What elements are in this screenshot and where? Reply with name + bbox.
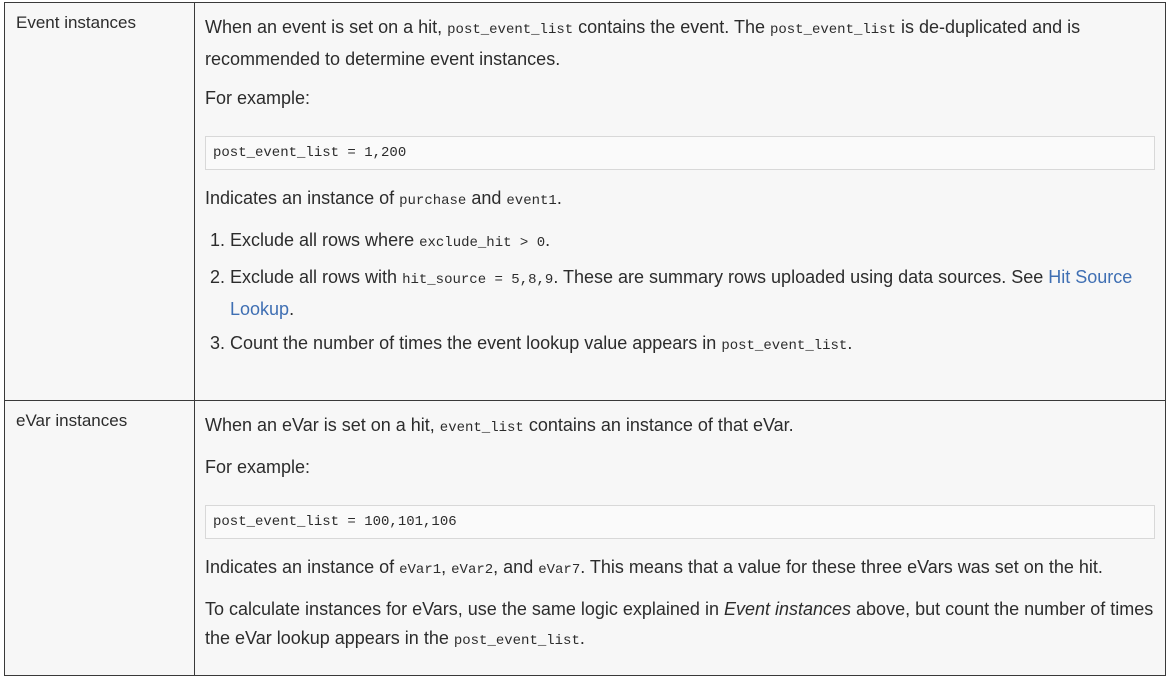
definitions-table: Event instances When an event is set on … — [4, 2, 1166, 676]
inline-code: eVar1 — [399, 562, 442, 578]
term-cell: eVar instances — [4, 400, 195, 676]
table-row: Event instances When an event is set on … — [4, 2, 1166, 401]
inline-code: post_event_list — [453, 633, 580, 649]
inline-code: eVar2 — [451, 562, 494, 578]
text: , and — [493, 557, 539, 577]
text: Exclude all rows where — [230, 230, 420, 250]
text: . These are summary rows uploaded using … — [553, 267, 1049, 287]
inline-code: hit_source = 5,8,9 — [402, 272, 554, 288]
text: and — [466, 188, 507, 208]
term-label: eVar instances — [16, 411, 128, 430]
text: contains an instance of that eVar. — [523, 415, 794, 435]
indicates-paragraph: Indicates an instance of purchase and ev… — [205, 184, 1155, 216]
inline-code: event_list — [439, 420, 524, 436]
text: Count the number of times the event look… — [230, 333, 722, 353]
emphasis: Event instances — [723, 599, 852, 619]
text: When an eVar is set on a hit, — [205, 415, 440, 435]
text: Exclude all rows with — [230, 267, 403, 287]
text: Indicates an instance of — [205, 557, 400, 577]
calc-paragraph: To calculate instances for eVars, use th… — [205, 595, 1155, 656]
text: . — [579, 628, 585, 648]
text: To calculate instances for eVars, use th… — [205, 599, 724, 619]
text: Indicates an instance of — [205, 188, 400, 208]
inline-code: event1 — [506, 193, 557, 209]
inline-code: post_event_list — [769, 22, 896, 38]
description-cell: When an eVar is set on a hit, event_list… — [194, 400, 1166, 676]
intro-paragraph: When an event is set on a hit, post_even… — [205, 13, 1155, 74]
indicates-paragraph: Indicates an instance of eVar1, eVar2, a… — [205, 553, 1155, 585]
steps-list: Exclude all rows where exclude_hit > 0 . … — [205, 226, 1155, 361]
text: contains the event. The — [573, 17, 770, 37]
code-block: post_event_list = 1,200 — [205, 136, 1155, 170]
text: , — [441, 557, 452, 577]
table-row: eVar instances When an eVar is set on a … — [4, 400, 1166, 676]
description-cell: When an event is set on a hit, post_even… — [194, 2, 1166, 401]
list-item: Exclude all rows with hit_source = 5,8,9… — [230, 263, 1155, 324]
text: . — [556, 188, 562, 208]
term-label: Event instances — [16, 13, 137, 32]
text: When an event is set on a hit, — [205, 17, 448, 37]
inline-code: eVar7 — [538, 562, 581, 578]
text: . This means that a value for these thre… — [580, 557, 1103, 577]
term-cell: Event instances — [4, 2, 195, 401]
list-item: Exclude all rows where exclude_hit > 0. — [230, 226, 1155, 258]
list-item: Count the number of times the event look… — [230, 329, 1155, 361]
for-example-label: For example: — [205, 88, 311, 108]
text: . — [545, 230, 551, 250]
intro-paragraph: When an eVar is set on a hit, event_list… — [205, 411, 1155, 443]
inline-code: exclude_hit > 0 — [419, 235, 546, 251]
inline-code: post_event_list — [721, 338, 848, 354]
text: . — [847, 333, 853, 353]
text: . — [289, 299, 295, 319]
inline-code: post_event_list — [447, 22, 574, 38]
code-block: post_event_list = 100,101,106 — [205, 505, 1155, 539]
for-example-label: For example: — [205, 457, 311, 477]
inline-code: purchase — [399, 193, 467, 209]
